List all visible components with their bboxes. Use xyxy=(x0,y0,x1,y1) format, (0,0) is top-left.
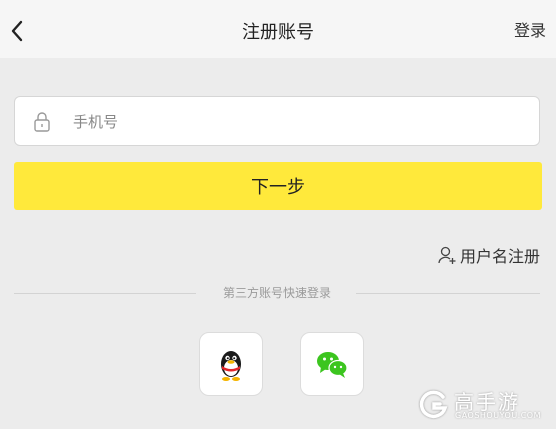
wechat-icon xyxy=(317,352,348,378)
watermark-logo-icon xyxy=(419,390,448,419)
username-register-link[interactable]: 用户名注册 xyxy=(437,243,540,267)
wechat-login-button[interactable] xyxy=(300,332,364,396)
page-title: 注册账号 xyxy=(242,22,314,43)
divider-line-right xyxy=(356,293,540,294)
qq-login-button[interactable] xyxy=(199,332,263,396)
phone-field[interactable] xyxy=(14,96,540,146)
phone-input[interactable] xyxy=(73,107,513,137)
top-nav-bar: 注册账号 登录 xyxy=(0,0,556,58)
site-watermark: 高手游 GAOSHOUYOU.COM xyxy=(418,386,546,424)
username-register-label: 用户名注册 xyxy=(459,247,540,266)
qq-penguin-icon xyxy=(221,351,241,381)
lock-icon xyxy=(34,112,50,132)
watermark-url: GAOSHOUYOU.COM xyxy=(455,411,542,420)
next-step-button[interactable]: 下一步 xyxy=(14,162,542,210)
user-add-icon xyxy=(438,246,456,264)
third-party-divider: 第三方账号快速登录 xyxy=(14,284,540,302)
login-link[interactable]: 登录 xyxy=(514,17,546,41)
